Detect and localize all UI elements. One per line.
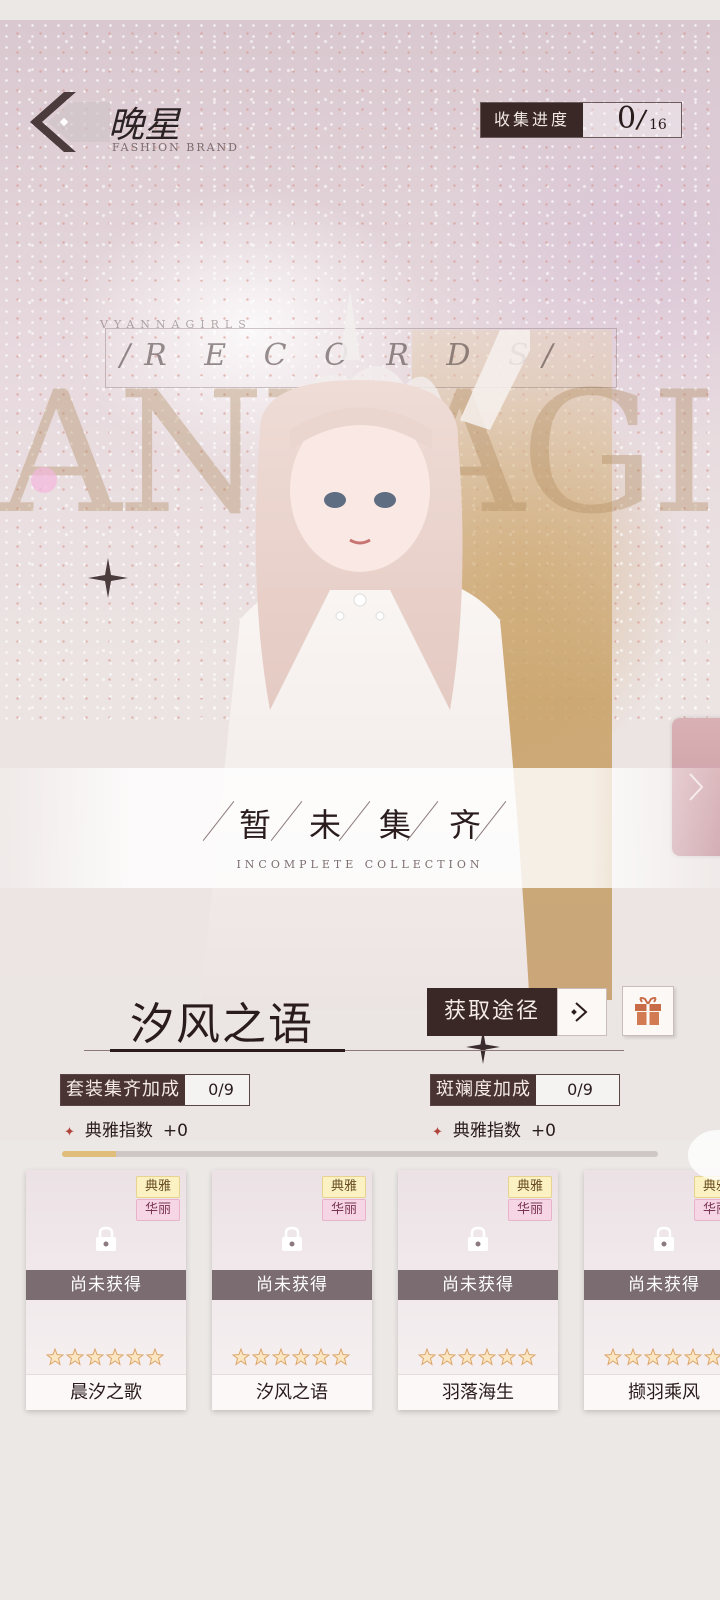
star-icon: [272, 1348, 290, 1366]
style-tag: 华丽: [694, 1199, 720, 1221]
obtain-route-arrow-button[interactable]: [557, 988, 607, 1036]
status-subtitle: INCOMPLETE COLLECTION: [236, 858, 484, 871]
star-icon: [438, 1348, 456, 1366]
bonus-progress-fill: [62, 1151, 116, 1157]
suit-underline-accent: [110, 1049, 345, 1052]
star-icon: [312, 1348, 330, 1366]
star-icon: [66, 1348, 84, 1366]
lock-icon: [468, 1226, 488, 1251]
status-char: 未: [308, 806, 379, 844]
item-status: 尚未获得: [584, 1270, 720, 1300]
stat-value: +0: [162, 1121, 188, 1141]
star-icon: [704, 1348, 720, 1366]
item-card[interactable]: 典雅 华丽 尚未获得 汐风之语: [212, 1170, 372, 1410]
status-title: 暂未集齐: [0, 800, 720, 846]
star-icon: [478, 1348, 496, 1366]
item-name: 晨汐之歌: [26, 1374, 186, 1410]
style-tag: 华丽: [322, 1199, 366, 1221]
set-bonus-stat: ✦ 典雅指数 +0: [64, 1116, 188, 1141]
star-icon: [126, 1348, 144, 1366]
brand-logo-icon: [30, 92, 110, 152]
collection-progress: 收集进度 0 / 16: [480, 101, 682, 138]
sparkle-star-icon: ✦: [64, 1125, 75, 1140]
variety-bonus-label: 斑斓度加成: [431, 1075, 536, 1105]
star-icon: [498, 1348, 516, 1366]
progress-label: 收集进度: [481, 103, 583, 137]
item-status: 尚未获得: [212, 1270, 372, 1300]
glow-orb: [31, 467, 57, 493]
star-icon: [86, 1348, 104, 1366]
set-bonus-value: 0/9: [208, 1080, 234, 1099]
star-icon: [624, 1348, 642, 1366]
star-icon: [518, 1348, 536, 1366]
style-tag: 典雅: [508, 1176, 552, 1198]
brand-subtitle: FASHION BRAND: [112, 141, 239, 154]
progress-count: 0: [617, 101, 637, 136]
obtain-route-button[interactable]: 获取途径: [427, 988, 557, 1036]
item-rating: [46, 1348, 164, 1366]
item-card[interactable]: 典雅 华丽 尚未获得 撷羽乘风: [584, 1170, 720, 1410]
character-illustration: [200, 290, 530, 1010]
item-status: 尚未获得: [26, 1270, 186, 1300]
star-icon: [684, 1348, 702, 1366]
item-status: 尚未获得: [398, 1270, 558, 1300]
set-bonus-box: 套装集齐加成 0/9: [60, 1074, 250, 1106]
star-icon: [46, 1348, 64, 1366]
star-icon: [332, 1348, 350, 1366]
gift-icon: [635, 997, 661, 1025]
star-icon: [232, 1348, 250, 1366]
status-char: 集: [379, 806, 450, 844]
item-rating: [232, 1348, 350, 1366]
variety-bonus-box: 斑斓度加成 0/9: [430, 1074, 620, 1106]
progress-slash: /: [634, 104, 649, 136]
gift-button[interactable]: [622, 986, 674, 1036]
stat-name: 典雅指数: [452, 1121, 521, 1141]
star-icon: [418, 1348, 436, 1366]
style-tag: 典雅: [322, 1176, 366, 1198]
item-card[interactable]: 典雅 华丽 尚未获得 羽落海生: [398, 1170, 558, 1410]
page: ANNAGIRL VYANNAGIRLS /R E C O R D S/: [0, 0, 720, 1600]
star-icon: [252, 1348, 270, 1366]
status-char: 暂: [238, 806, 309, 844]
status-char: 齐: [449, 806, 520, 844]
lock-icon: [96, 1226, 116, 1251]
stat-value: +0: [530, 1121, 556, 1141]
lock-icon: [282, 1226, 302, 1251]
style-tag: 华丽: [136, 1199, 180, 1221]
lock-icon: [654, 1226, 674, 1251]
suit-name: 汐风之语: [130, 999, 314, 1050]
sparkle-star-icon: [88, 558, 128, 598]
star-icon: [458, 1348, 476, 1366]
star-icon: [604, 1348, 622, 1366]
style-tag: 华丽: [508, 1199, 552, 1221]
stat-name: 典雅指数: [84, 1121, 153, 1141]
chevron-right-icon: [571, 1002, 588, 1022]
variety-bonus-value: 0/9: [567, 1080, 593, 1099]
star-icon: [644, 1348, 662, 1366]
sparkle-star-icon: ✦: [432, 1125, 443, 1140]
star-icon: [664, 1348, 682, 1366]
bonus-progress-bar: [62, 1151, 658, 1157]
star-icon: [292, 1348, 310, 1366]
variety-bonus-stat: ✦ 典雅指数 +0: [432, 1116, 556, 1141]
item-card[interactable]: 典雅 华丽 尚未获得 晨汐之歌: [26, 1170, 186, 1410]
item-rating: [418, 1348, 536, 1366]
star-icon: [106, 1348, 124, 1366]
star-icon: [146, 1348, 164, 1366]
item-name: 撷羽乘风: [584, 1374, 720, 1410]
progress-total: 16: [649, 117, 667, 133]
item-name: 羽落海生: [398, 1374, 558, 1410]
item-name: 汐风之语: [212, 1374, 372, 1410]
style-tag: 典雅: [136, 1176, 180, 1198]
item-rating: [604, 1348, 720, 1366]
set-bonus-label: 套装集齐加成: [61, 1075, 185, 1105]
